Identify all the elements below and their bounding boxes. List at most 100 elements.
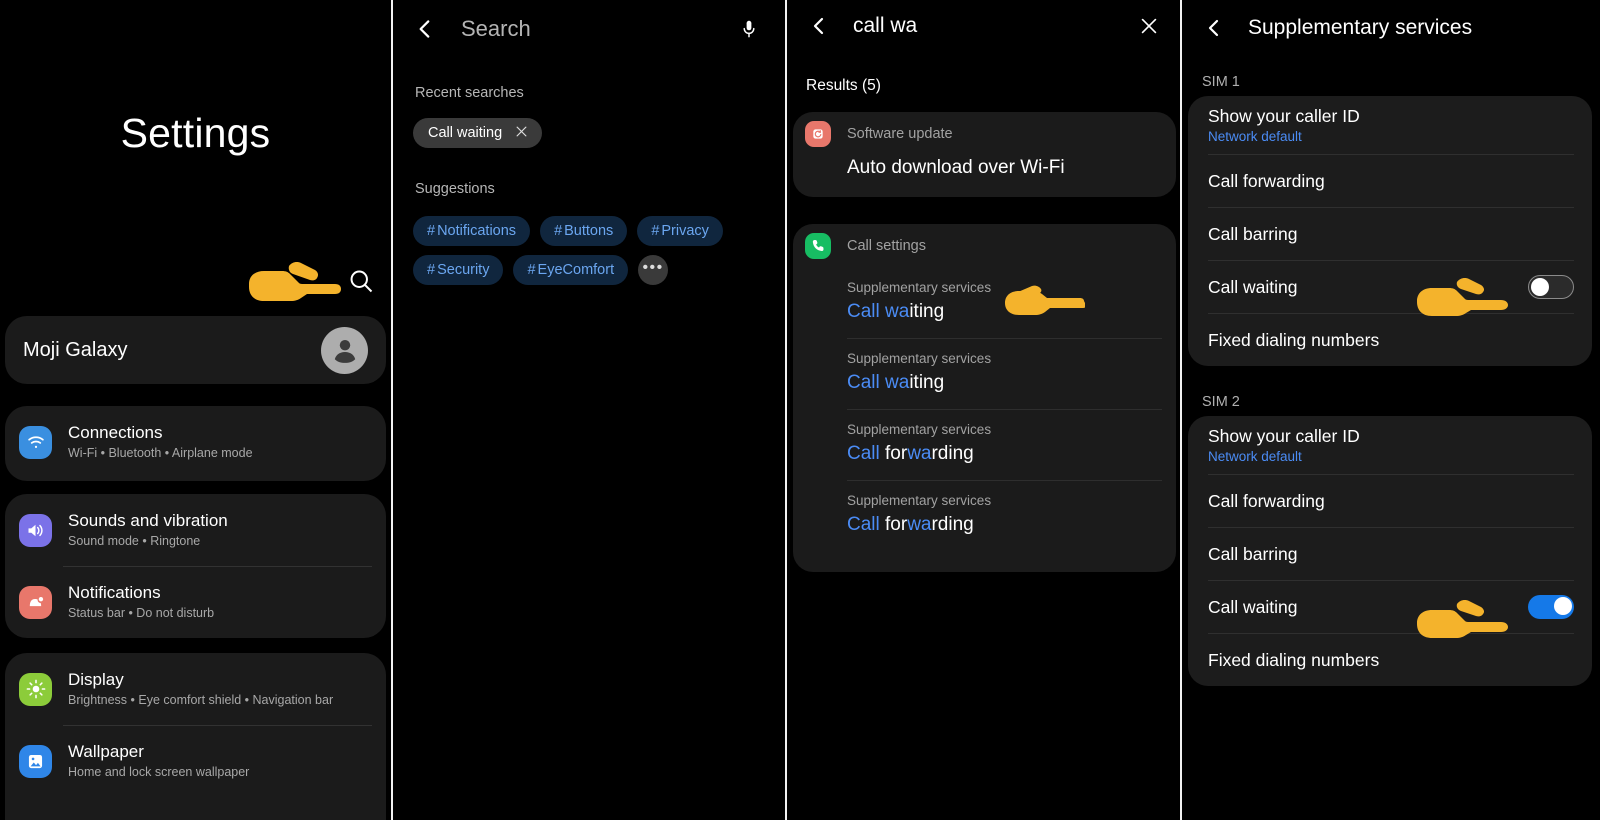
sim1-row-call-forwarding[interactable]: Call forwarding [1188,154,1592,207]
more-suggestions-button[interactable]: ••• [638,255,669,285]
search-icon[interactable] [347,267,375,295]
panel-search-results: call wa Results (5) Software update Auto… [785,0,1180,820]
image-icon [19,744,52,778]
settings-row-connections[interactable]: Connections Wi-Fi • Bluetooth • Airplane… [5,406,386,478]
row-title: Call forwarding [1208,490,1325,511]
row-subtitle: Wi-Fi • Bluetooth • Airplane mode [68,446,253,460]
sim2-row-call-forwarding[interactable]: Call forwarding [1188,474,1592,527]
panel-supplementary-services: Supplementary services SIM 1 Show your c… [1180,0,1598,820]
sim1-row-call-waiting[interactable]: Call waiting [1188,260,1592,313]
phone-icon [805,232,831,259]
row-subtitle: Home and lock screen wallpaper [68,765,250,779]
settings-group-1: Connections Wi-Fi • Bluetooth • Airplane… [5,406,386,481]
panel-search: Search Recent searches Call waiting Sugg… [391,0,785,820]
result-item[interactable]: Supplementary services Call forwarding [793,409,1176,480]
suggestion-chip[interactable]: # Security [413,255,504,285]
row-title: Call barring [1208,223,1298,244]
recent-search-chip[interactable]: Call waiting [413,118,543,148]
result-item-title: Call waiting [847,372,945,393]
toggle-knob [1531,277,1549,296]
hash-icon: # [427,262,436,278]
search-query-input[interactable]: call wa [853,14,1130,38]
row-title: Fixed dialing numbers [1208,329,1380,350]
suggestion-label: Security [437,262,490,278]
sim2-section-label: SIM 2 [1202,394,1240,410]
row-title: Notifications [68,583,161,602]
hash-icon: # [527,262,536,278]
hash-icon: # [554,223,563,239]
chevron-left-icon[interactable] [1194,8,1234,48]
hash-icon: # [427,223,436,239]
recent-searches-label: Recent searches [415,85,524,101]
result-app-header: Software update [793,112,1176,155]
page-title: Supplementary services [1248,16,1473,39]
row-title: Show your caller ID [1208,426,1360,446]
row-title: Call forwarding [1208,170,1325,191]
row-title: Fixed dialing numbers [1208,649,1380,670]
sim1-row-fixed-dialing-numbers[interactable]: Fixed dialing numbers [1188,313,1592,366]
result-card-call-settings: Call settings Supplementary services Cal… [793,224,1176,572]
result-app-name: Call settings [847,237,926,254]
result-item-category: Supplementary services [847,493,992,508]
row-subtitle: Status bar • Do not disturb [68,606,215,620]
suggestion-chip[interactable]: # Buttons [540,216,628,246]
panel-settings-home: Settings Moji Galaxy Connections Wi-Fi •… [0,0,391,820]
suggestion-chip[interactable]: # Privacy [637,216,723,246]
toggle-knob [1554,596,1572,615]
chevron-left-icon[interactable] [405,9,445,49]
sim2-row-fixed-dialing-numbers[interactable]: Fixed dialing numbers [1188,633,1592,686]
settings-row-sounds-and-vibration[interactable]: Sounds and vibration Sound mode • Ringto… [5,494,386,566]
suggestion-chip[interactable]: # Notifications [413,216,531,246]
suggestion-label: Notifications [437,223,517,239]
call-waiting-toggle-sim2[interactable] [1528,594,1574,619]
search-input[interactable]: Search [461,16,729,42]
close-icon[interactable] [1130,7,1168,45]
hash-icon: # [651,223,660,239]
settings-row-notifications[interactable]: Notifications Status bar • Do not distur… [5,566,386,638]
result-item[interactable]: Supplementary services Call waiting [793,267,1176,338]
call-waiting-toggle-sim1[interactable] [1528,274,1574,299]
search-header: Search [393,0,785,58]
settings-row-wallpaper[interactable]: Wallpaper Home and lock screen wallpaper [5,725,386,797]
result-main-title: Auto download over Wi-Fi [847,157,1065,178]
results-count-label: Results (5) [806,77,881,94]
row-title: Sounds and vibration [68,511,228,530]
result-app-name: Software update [847,125,953,142]
suggestion-label: Buttons [564,223,614,239]
sim1-row-show-your-caller-id[interactable]: Show your caller ID Network default [1188,96,1592,154]
sim1-row-call-barring[interactable]: Call barring [1188,207,1592,260]
row-subtitle: Brightness • Eye comfort shield • Naviga… [68,693,334,707]
row-title: Call barring [1208,543,1298,564]
sim1-section-label: SIM 1 [1202,74,1240,90]
bell-icon [19,585,52,619]
row-title: Wallpaper [68,742,144,761]
wifi-icon [19,425,52,459]
settings-group-2: Sounds and vibration Sound mode • Ringto… [5,494,386,638]
row-title: Display [68,670,124,689]
microphone-icon[interactable] [729,9,769,49]
result-app-header: Call settings [793,224,1176,267]
sim2-row-show-your-caller-id[interactable]: Show your caller ID Network default [1188,416,1592,474]
row-subtitle: Sound mode • Ringtone [68,534,201,548]
sim1-settings-card: Show your caller ID Network default Call… [1188,96,1592,366]
result-item[interactable]: Supplementary services Call waiting [793,338,1176,409]
chevron-left-icon[interactable] [799,6,839,46]
suggestions-label: Suggestions [415,181,495,197]
sim2-settings-card: Show your caller ID Network default Call… [1188,416,1592,686]
close-icon[interactable] [514,124,529,143]
row-title: Connections [68,423,163,442]
settings-row-display[interactable]: Display Brightness • Eye comfort shield … [5,653,386,725]
profile-card[interactable]: Moji Galaxy [5,316,386,384]
software-update-icon [805,120,831,147]
result-card-software-update[interactable]: Software update Auto download over Wi-Fi [793,112,1176,197]
suggestion-label: Privacy [661,223,709,239]
sim2-row-call-barring[interactable]: Call barring [1188,527,1592,580]
profile-name: Moji Galaxy [23,338,128,361]
row-title: Call waiting [1208,596,1298,617]
suggestion-chip[interactable]: # EyeComfort [513,255,629,285]
result-item-category: Supplementary services [847,280,992,295]
result-item[interactable]: Supplementary services Call forwarding [793,480,1176,551]
suggestion-label: EyeComfort [537,262,615,278]
sim2-row-call-waiting[interactable]: Call waiting [1188,580,1592,633]
avatar[interactable] [321,326,368,374]
